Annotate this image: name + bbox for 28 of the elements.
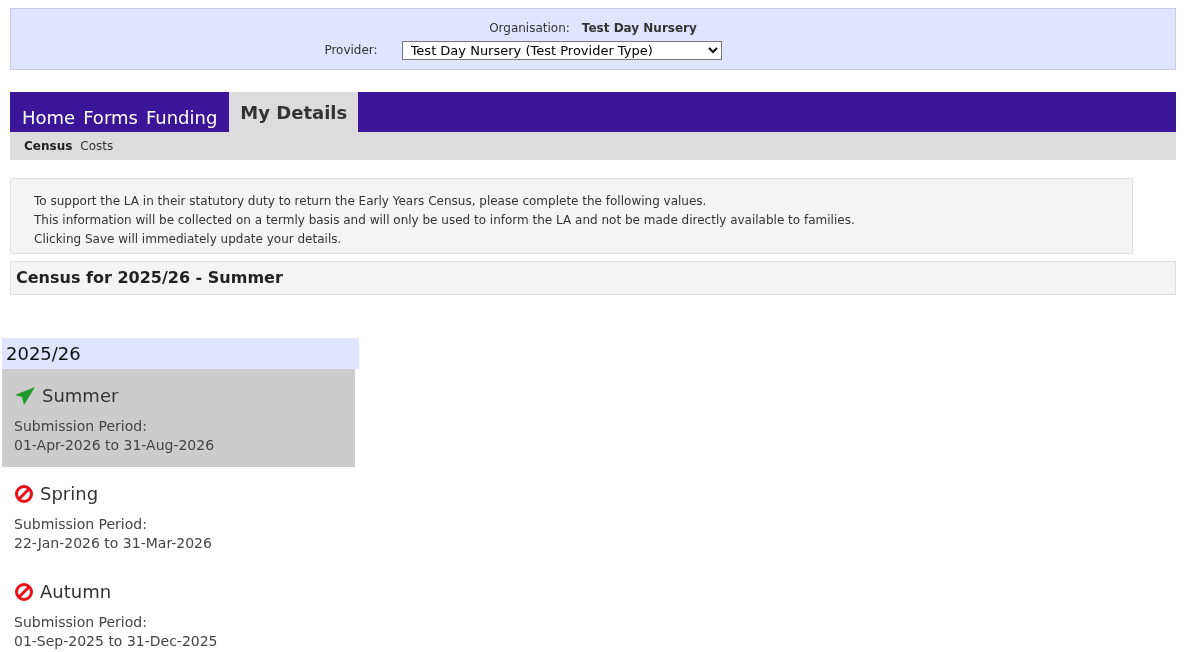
- provider-select[interactable]: Test Day Nursery (Test Provider Type): [401, 40, 722, 60]
- period-dates: 01-Sep-2025 to 31-Dec-2025: [14, 632, 219, 651]
- period-label: Submission Period:: [14, 417, 148, 436]
- year-header: 2025/26: [2, 338, 359, 369]
- term-name: Spring: [40, 482, 99, 506]
- period-label: Submission Period:: [14, 613, 148, 632]
- info-text: To support the LA in their statutory duty to return the Early Years Census, please complete the following values.: [34, 193, 708, 210]
- term-name: Autumn: [40, 580, 112, 604]
- census-heading: Census for 2025/26 - Summer: [16, 267, 283, 289]
- period-dates: 01-Apr-2026 to 31-Aug-2026: [14, 436, 216, 455]
- organisation-name: Test Day Nursery: [581, 19, 697, 37]
- info-text: Clicking Save will immediately update your details.: [34, 231, 343, 248]
- info-text: This information will be collected on a termly basis and will only be used to inform the LA and not be made directly available to families.: [34, 212, 856, 229]
- term-card[interactable]: Summer Submission Period: 01-Apr-2026 to 31-Aug-2026: [2, 369, 355, 467]
- organisation-label: Organisation:: [489, 19, 570, 37]
- nav-tab[interactable]: Home: [18, 102, 80, 132]
- term-name: Summer: [42, 384, 119, 408]
- nav-tab[interactable]: Funding: [141, 102, 222, 132]
- prohibited-icon: [14, 581, 34, 602]
- nav-tab[interactable]: My Details: [229, 92, 359, 132]
- prohibited-icon: [14, 483, 34, 504]
- provider-label: Provider:: [324, 42, 378, 59]
- nav-tab[interactable]: Forms: [79, 102, 142, 132]
- period-dates: 22-Jan-2026 to 31-Mar-2026: [14, 534, 213, 553]
- subnav-tab[interactable]: Costs: [80, 137, 114, 155]
- paper-plane-icon: [14, 385, 36, 406]
- period-label: Submission Period:: [14, 515, 148, 534]
- subnav-tab[interactable]: Census: [24, 137, 73, 155]
